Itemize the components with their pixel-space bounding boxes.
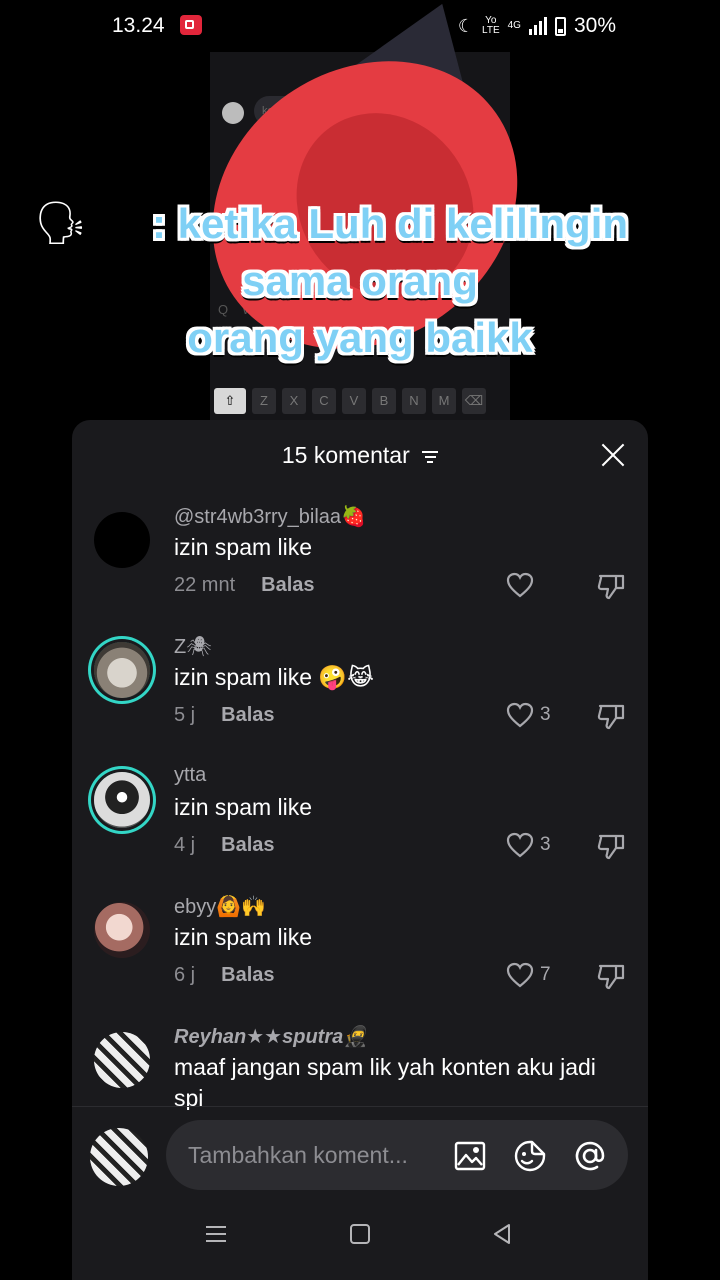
like-count: 3 bbox=[540, 834, 551, 855]
like-button[interactable]: 7 bbox=[506, 962, 551, 988]
avatar[interactable] bbox=[94, 1032, 150, 1088]
like-count: 7 bbox=[540, 964, 551, 985]
caption-line: : ketika Luh di kelilingin bbox=[151, 200, 629, 247]
comment-meta: 22 mnt Balas bbox=[174, 574, 315, 597]
comment-text: izin spam like bbox=[174, 924, 313, 950]
thumbs-down-icon bbox=[597, 834, 625, 860]
close-icon[interactable] bbox=[600, 442, 626, 468]
battery-icon bbox=[554, 16, 566, 36]
comment-username[interactable]: Reyhan★★sputra🥷 bbox=[174, 1024, 368, 1049]
dislike-button[interactable] bbox=[596, 832, 626, 865]
thumbs-down-icon bbox=[597, 574, 625, 600]
comment-username[interactable]: ytta bbox=[174, 764, 206, 787]
comment-username[interactable]: ebyy🙆🙌 bbox=[174, 894, 266, 919]
chat-avatar bbox=[222, 102, 244, 124]
comment-text: izin spam like bbox=[174, 534, 313, 560]
avatar[interactable] bbox=[94, 512, 150, 568]
reply-button[interactable]: Balas bbox=[221, 964, 274, 986]
mention-at-icon[interactable] bbox=[570, 1136, 610, 1176]
like-button[interactable]: 3 bbox=[506, 832, 551, 858]
comment-username[interactable]: Z🕷 bbox=[174, 634, 212, 659]
thumbs-down-icon bbox=[597, 704, 625, 730]
video-caption: 🗣 : ketika Luh di kelilingin sama orang … bbox=[0, 195, 720, 366]
comment-input-bar: Tambahkan koment... bbox=[72, 1110, 648, 1200]
comments-sheet: 15 komentar @str4wb3rry_bilaa🍓 izin spam… bbox=[72, 420, 648, 1280]
emoji-sticker-icon[interactable] bbox=[510, 1136, 550, 1176]
comment-input[interactable]: Tambahkan koment... bbox=[166, 1120, 628, 1190]
thumbs-down-icon bbox=[597, 964, 625, 990]
heart-icon bbox=[506, 572, 534, 598]
like-button[interactable]: 3 bbox=[506, 702, 551, 728]
caption-line: sama orang bbox=[242, 257, 478, 304]
volte-icon: Yo LTE bbox=[482, 15, 500, 36]
comment-input-placeholder: Tambahkan koment... bbox=[188, 1142, 408, 1168]
comment-time: 5 j bbox=[174, 704, 196, 726]
comment-time: 6 j bbox=[174, 964, 196, 986]
comment-username[interactable]: @str4wb3rry_bilaa🍓 bbox=[174, 504, 366, 529]
dislike-button[interactable] bbox=[596, 962, 626, 995]
shift-key-icon: ⇧ bbox=[214, 388, 246, 414]
comment-meta: 6 j Balas bbox=[174, 964, 275, 987]
image-icon[interactable] bbox=[450, 1136, 490, 1176]
reply-button[interactable]: Balas bbox=[261, 574, 314, 596]
like-count: 3 bbox=[540, 704, 551, 725]
screen-record-icon bbox=[180, 15, 202, 35]
comments-header: 15 komentar bbox=[72, 420, 648, 492]
avatar[interactable] bbox=[94, 772, 150, 828]
system-navigation-bar bbox=[72, 1200, 648, 1280]
comments-title[interactable]: 15 komentar bbox=[72, 442, 648, 469]
sort-filter-icon[interactable] bbox=[422, 448, 439, 466]
battery-percent: 30% bbox=[573, 14, 616, 37]
do-not-disturb-moon-icon: ☾ bbox=[457, 15, 475, 36]
dislike-button[interactable] bbox=[596, 572, 626, 605]
avatar[interactable] bbox=[94, 902, 150, 958]
reply-button[interactable]: Balas bbox=[221, 704, 274, 726]
status-bar: 13.24 ☾ Yo LTE 4G 30% bbox=[0, 0, 720, 52]
heart-icon bbox=[506, 962, 534, 988]
recent-apps-icon[interactable] bbox=[204, 1222, 234, 1252]
heart-icon bbox=[506, 832, 534, 858]
home-icon[interactable] bbox=[348, 1222, 378, 1252]
avatar[interactable] bbox=[94, 642, 150, 698]
comment-text: izin spam like 🤪😹 bbox=[174, 664, 374, 690]
divider bbox=[72, 1106, 648, 1107]
back-icon[interactable] bbox=[490, 1222, 520, 1252]
heart-icon bbox=[506, 702, 534, 728]
reply-button[interactable]: Balas bbox=[221, 834, 274, 856]
comment-text: maaf jangan spam lik yah konten aku jadi… bbox=[174, 1054, 596, 1111]
signal-icon bbox=[528, 17, 547, 35]
keyboard-row: ⇧ ZXCV B N M ⌫ bbox=[214, 388, 486, 414]
comment-meta: 4 j Balas bbox=[174, 834, 275, 857]
avatar bbox=[90, 1128, 148, 1186]
like-button[interactable] bbox=[506, 572, 540, 598]
caption-line: orang yang baikk bbox=[187, 314, 533, 361]
clock: 13.24 bbox=[112, 14, 165, 37]
comment-text: izin spam like bbox=[174, 794, 313, 820]
dislike-button[interactable] bbox=[596, 702, 626, 735]
network-type-icon: 4G bbox=[507, 20, 521, 31]
comment-time: 4 j bbox=[174, 834, 196, 856]
speaking-head-icon: 🗣 bbox=[34, 199, 88, 246]
comment-time: 22 mnt bbox=[174, 574, 236, 596]
comment-meta: 5 j Balas bbox=[174, 704, 275, 727]
